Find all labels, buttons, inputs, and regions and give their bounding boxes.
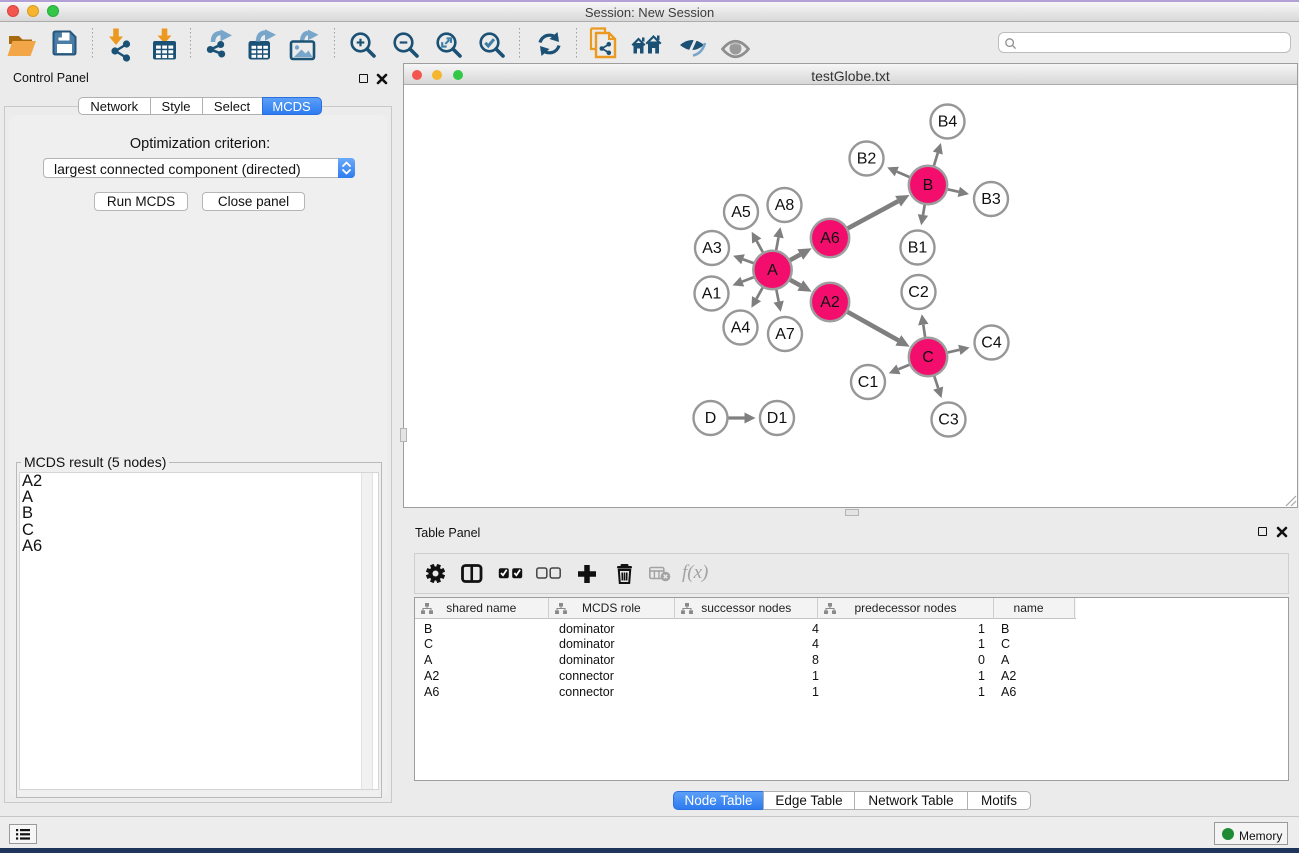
svg-text:A4: A4 bbox=[730, 319, 750, 336]
svg-text:C4: C4 bbox=[981, 334, 1002, 351]
svg-text:A2: A2 bbox=[820, 294, 840, 311]
svg-text:A7: A7 bbox=[775, 326, 795, 343]
svg-text:D1: D1 bbox=[766, 410, 787, 427]
svg-text:A5: A5 bbox=[731, 204, 751, 221]
svg-text:A: A bbox=[767, 262, 778, 279]
svg-text:C2: C2 bbox=[908, 284, 929, 301]
svg-text:B4: B4 bbox=[937, 113, 957, 130]
svg-text:A1: A1 bbox=[701, 285, 721, 302]
svg-text:A6: A6 bbox=[820, 230, 840, 247]
svg-text:C3: C3 bbox=[938, 411, 959, 428]
svg-text:C1: C1 bbox=[857, 374, 878, 391]
svg-text:A3: A3 bbox=[702, 240, 722, 257]
svg-text:B3: B3 bbox=[981, 191, 1001, 208]
svg-text:B2: B2 bbox=[856, 150, 876, 167]
svg-text:A8: A8 bbox=[774, 197, 794, 214]
svg-text:D: D bbox=[704, 410, 716, 427]
svg-text:B1: B1 bbox=[907, 239, 927, 256]
svg-text:C: C bbox=[922, 349, 934, 366]
svg-text:B: B bbox=[922, 177, 933, 194]
